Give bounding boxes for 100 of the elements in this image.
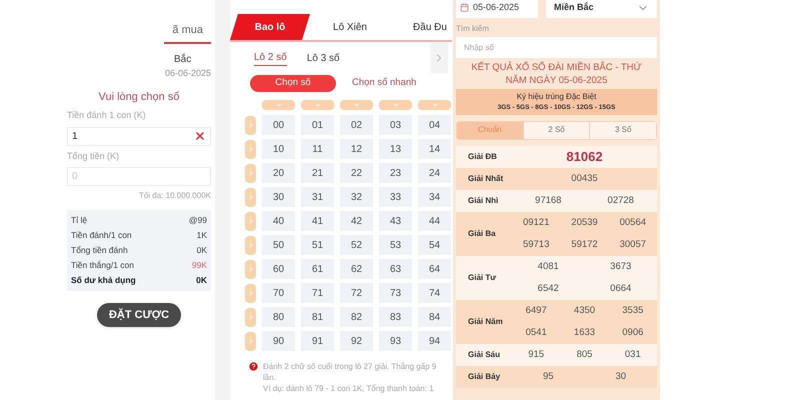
number-button[interactable]: 01 [301,115,334,135]
number-button[interactable]: 30 [262,187,295,207]
results-title: KẾT QUẢ XỔ SỐ ĐÀI MIỀN BẮC - THỨ NĂM NGÀY 05-06-2025 [470,61,643,87]
number-button[interactable]: 44 [418,211,451,231]
next-button[interactable] [430,43,448,73]
number-button[interactable]: 50 [262,235,295,255]
number-button[interactable]: 64 [418,259,451,279]
number-button[interactable]: 72 [340,283,373,303]
prize-number: 00435 [570,172,599,186]
number-button[interactable]: 54 [418,235,451,255]
number-button[interactable]: 62 [340,259,373,279]
chevron-down-icon [314,101,322,109]
number-button[interactable]: 12 [340,139,373,159]
field-label: Tổng tiền (K) [67,150,120,163]
number-button[interactable]: 63 [379,259,412,279]
number-button[interactable]: 80 [262,307,295,327]
number-button[interactable]: 94 [418,331,451,351]
help-icon [248,361,259,372]
row-select-button[interactable] [245,140,256,158]
column-select-button[interactable] [379,100,412,110]
number-button[interactable]: 40 [262,211,295,231]
number-button[interactable]: 73 [379,283,412,303]
row-select-button[interactable] [245,236,256,254]
search-label: Tìm kiếm [456,23,490,35]
number-button[interactable]: 42 [340,211,373,231]
prize-number: 00564 [618,216,648,230]
row-select-button[interactable] [245,284,256,302]
prize-number: 3673 [609,260,632,274]
number-button[interactable]: 23 [379,163,412,183]
number-button[interactable]: 92 [340,331,373,351]
mode-tab[interactable]: Chọn số nhanh [352,74,416,92]
digit-tab[interactable]: Lô 3 số [306,50,340,66]
number-button[interactable]: 82 [340,307,373,327]
number-button[interactable]: 70 [262,283,295,303]
number-button[interactable]: 22 [340,163,373,183]
number-button[interactable]: 14 [418,139,451,159]
region-select[interactable]: Miền Bắc [546,0,657,18]
column-select-button[interactable] [301,100,334,110]
number-button[interactable]: 02 [340,115,373,135]
number-button[interactable]: 24 [418,163,451,183]
number-button[interactable]: 91 [301,331,334,351]
column-select-button[interactable] [340,100,373,110]
bet-tab[interactable]: Lô Xiên [310,14,390,40]
number-button[interactable]: 83 [379,307,412,327]
result-tab[interactable]: 2 Số [522,122,590,139]
calendar-icon [460,3,469,12]
digit-tab[interactable]: Lô 2 số [254,50,287,66]
column-select-button[interactable] [262,100,295,110]
bet-tab[interactable]: Bao lô [230,14,310,40]
number-button[interactable]: 10 [262,139,295,159]
date-text: 06-06-2025 [164,67,211,80]
number-button[interactable]: 04 [418,115,451,135]
column-select-button[interactable] [418,100,451,110]
row-select-button[interactable] [245,332,256,350]
number-button[interactable]: 61 [301,259,334,279]
input-field[interactable]: 1 [67,126,211,146]
prize-number: 0664 [609,282,632,296]
prize-number: 0906 [621,326,644,340]
prize-number: 20539 [570,216,599,230]
tab[interactable]: ã mua [164,22,211,44]
row-select-button[interactable] [245,308,256,326]
bet-button[interactable]: ĐẶT CƯỢC [96,303,182,327]
number-button[interactable]: 43 [379,211,412,231]
number-button[interactable]: 81 [301,307,334,327]
number-button[interactable]: 74 [418,283,451,303]
number-button[interactable]: 33 [379,187,412,207]
row-select-button[interactable] [245,116,256,134]
search-field[interactable]: Nhập số [456,37,657,58]
result-tab[interactable]: 3 Số [589,122,656,139]
number-button[interactable]: 34 [418,187,451,207]
number-button[interactable]: 13 [379,139,412,159]
number-button[interactable]: 32 [340,187,373,207]
number-button[interactable]: 31 [301,187,334,207]
date-field[interactable]: 05-06-2025 [456,0,538,18]
number-button[interactable]: 52 [340,235,373,255]
number-button[interactable]: 11 [301,139,334,159]
row-select-button[interactable] [245,164,256,182]
mode-tab[interactable]: Chọn số [250,74,336,92]
bet-tab[interactable]: Đầu Đu [390,14,452,40]
row-select-button[interactable] [245,212,256,230]
number-button[interactable]: 03 [379,115,412,135]
number-button[interactable]: 41 [301,211,334,231]
number-button[interactable]: 90 [262,331,295,351]
number-button[interactable]: 53 [379,235,412,255]
summary-value: 99K [192,259,207,272]
number-button[interactable]: 21 [301,163,334,183]
number-button[interactable]: 60 [262,259,295,279]
clear-icon[interactable] [194,130,206,142]
prize-label: Giải Nhì [467,194,500,207]
number-button[interactable]: 51 [301,235,334,255]
summary-value: 0K [196,244,207,257]
note-text: Ví dụ: đánh lô 79 - 1 con 1K, Tổng thanh toán: 1 [263,383,435,394]
number-button[interactable]: 84 [418,307,451,327]
number-button[interactable]: 20 [262,163,295,183]
row-select-button[interactable] [245,188,256,206]
number-button[interactable]: 00 [262,115,295,135]
row-select-button[interactable] [245,260,256,278]
number-button[interactable]: 71 [301,283,334,303]
number-button[interactable]: 93 [379,331,412,351]
prize-label: Giải Ba [467,228,497,240]
